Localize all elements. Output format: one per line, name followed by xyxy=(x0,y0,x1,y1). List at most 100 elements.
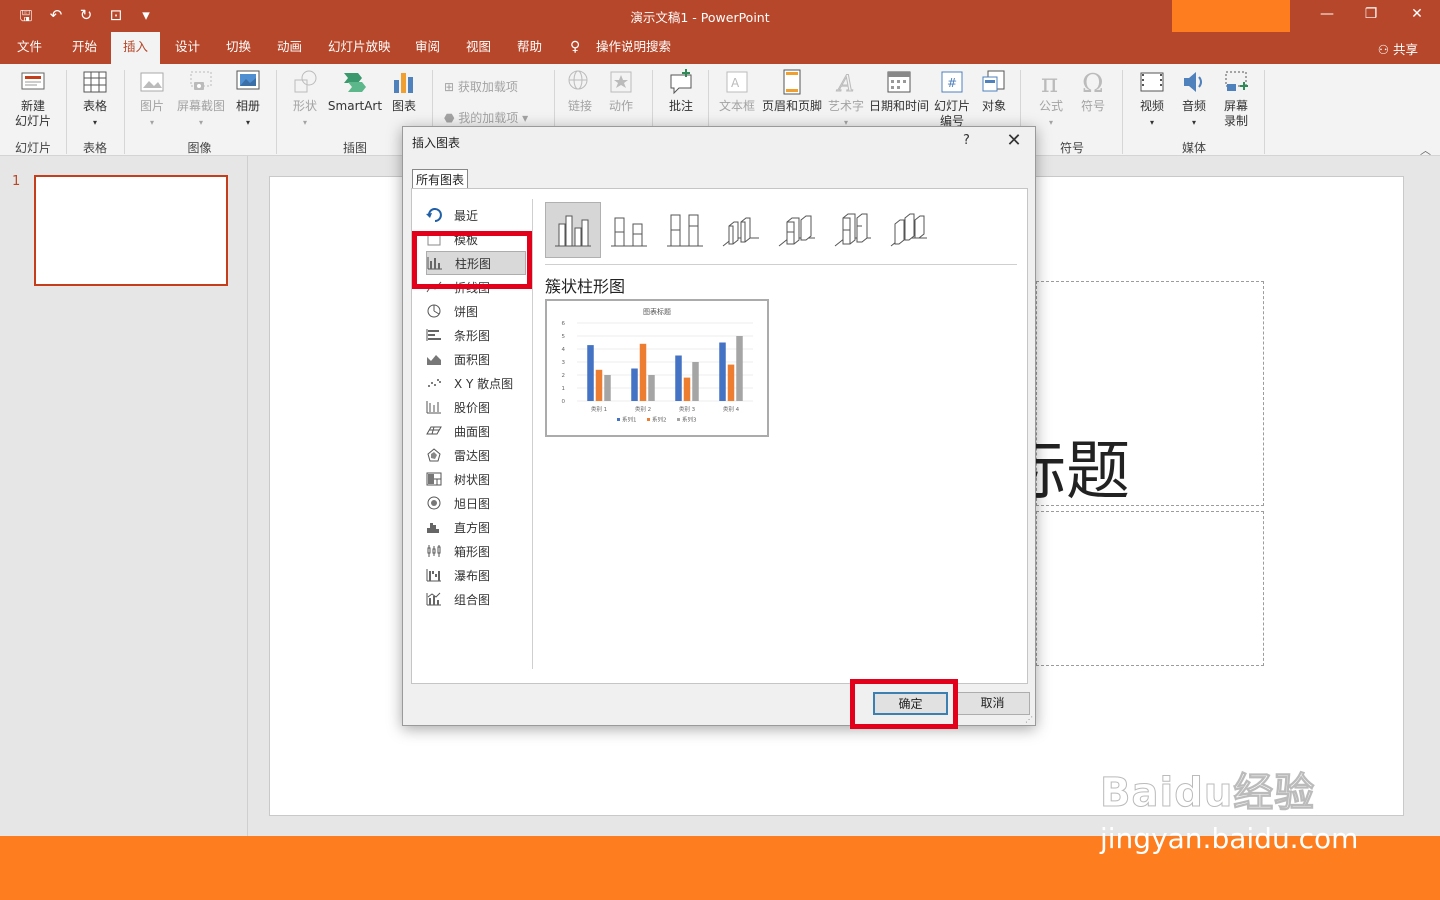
3d-stacked-column-icon xyxy=(778,215,815,247)
subtype-3d-column[interactable] xyxy=(881,202,937,258)
screen-record-button[interactable]: 屏幕 录制 xyxy=(1216,68,1256,129)
chart-preview-svg: 图表标题 0 1 2 3 4 5 6 类别 1 类别 2 类别 3 类别 4 系列1 系列2 系列3 xyxy=(562,307,753,424)
smartart-button[interactable]: SmartArt xyxy=(327,68,383,114)
legend-swatch xyxy=(677,418,680,421)
category-treemap[interactable]: 树状图 xyxy=(426,467,526,491)
picture-button[interactable]: 图片 ▾ xyxy=(132,68,172,130)
restore-icon[interactable]: ❐ xyxy=(1356,6,1386,22)
symbol-button[interactable]: Ω 符号 xyxy=(1074,68,1112,114)
bar-chart-icon xyxy=(426,329,441,341)
tab-transitions[interactable]: 切换 xyxy=(214,32,263,64)
dialog-close-button[interactable]: ✕ xyxy=(1003,130,1025,151)
help-button[interactable]: ? xyxy=(963,133,970,148)
category-recent[interactable]: 最近 xyxy=(426,203,526,227)
person-icon: ⚇ xyxy=(1377,42,1393,57)
comment-button[interactable]: 批注 xyxy=(662,68,700,114)
tab-review[interactable]: 审阅 xyxy=(403,32,452,64)
resize-grip-icon[interactable]: ⋰ xyxy=(1025,715,1033,724)
get-addins-button[interactable]: ⊞ 获取加载项 xyxy=(444,78,518,95)
collapse-ribbon-icon[interactable]: ︿ xyxy=(1420,142,1431,158)
tab-all-charts[interactable]: 所有图表 xyxy=(412,169,469,189)
category-bar[interactable]: 条形图 xyxy=(426,323,526,347)
category-stock[interactable]: 股价图 xyxy=(426,395,526,419)
treemap-chart-icon xyxy=(426,472,442,486)
date-time-label: 日期和时间 xyxy=(868,99,929,113)
subtype-stacked-column[interactable] xyxy=(601,202,657,258)
smartart-label: SmartArt xyxy=(327,99,383,113)
film-icon xyxy=(1140,72,1164,92)
calendar-icon xyxy=(887,71,911,93)
svg-text:A: A xyxy=(836,72,854,96)
object-button[interactable]: 对象 xyxy=(975,68,1013,114)
equation-button[interactable]: π 公式 ▾ xyxy=(1032,68,1070,130)
dialog-title: 插入图表 xyxy=(412,136,461,150)
my-addins-button[interactable]: ⬣ 我的加载项 ▾ xyxy=(444,109,528,126)
screenshot-button[interactable]: 屏幕截图 ▾ xyxy=(174,68,228,130)
tab-insert[interactable]: 插入 xyxy=(111,32,161,64)
minimize-icon[interactable]: — xyxy=(1312,6,1342,22)
table-button[interactable]: 表格 ▾ xyxy=(74,68,116,130)
video-button[interactable]: 视频 ▾ xyxy=(1132,68,1172,130)
category-surface[interactable]: 曲面图 xyxy=(426,419,526,443)
cancel-button[interactable]: 取消 xyxy=(955,692,1030,715)
subtype-divider xyxy=(545,264,1017,265)
subtype-clustered-column[interactable] xyxy=(545,202,601,258)
category-area[interactable]: 面积图 xyxy=(426,347,526,371)
legend-swatch xyxy=(647,418,650,421)
subtype-3d-100-stacked-column[interactable] xyxy=(825,202,881,258)
tab-home[interactable]: 开始 xyxy=(60,32,109,64)
new-slide-button[interactable]: 新建 幻灯片 xyxy=(8,68,58,129)
group-separator xyxy=(1264,70,1265,154)
histogram-chart-icon xyxy=(427,523,439,533)
category-scatter[interactable]: X Y 散点图 xyxy=(426,371,526,395)
wordart-button[interactable]: A 艺术字 ▾ xyxy=(826,68,866,130)
category-radar[interactable]: 雷达图 xyxy=(426,443,526,467)
header-footer-button[interactable]: 页眉和页脚 xyxy=(760,68,824,114)
slide-thumbnail[interactable] xyxy=(34,175,228,286)
category-label: 箱形图 xyxy=(454,544,491,559)
box-whisker-icon xyxy=(427,545,441,557)
category-label: 组合图 xyxy=(454,592,491,607)
tab-animations[interactable]: 动画 xyxy=(265,32,314,64)
subtype-3d-stacked-column[interactable] xyxy=(769,202,825,258)
object-icon xyxy=(982,70,1005,92)
category-waterfall[interactable]: 瀑布图 xyxy=(426,563,526,587)
chart-subtype-gallery xyxy=(545,202,937,258)
tab-view[interactable]: 视图 xyxy=(454,32,503,64)
category-combo[interactable]: 组合图 xyxy=(426,587,526,611)
category-sunburst[interactable]: 旭日图 xyxy=(426,491,526,515)
tab-slideshow[interactable]: 幻灯片放映 xyxy=(316,32,403,64)
action-button[interactable]: 动作 xyxy=(602,68,640,114)
chart-button[interactable]: 图表 xyxy=(386,68,422,114)
new-slide-icon xyxy=(21,72,45,90)
share-button[interactable]: ⚇ 共享 xyxy=(1378,39,1418,58)
x-tick-label: 类别 3 xyxy=(679,405,696,413)
subtitle-placeholder[interactable] xyxy=(1036,511,1264,666)
slide-number-button[interactable]: # 幻灯片 编号 xyxy=(932,68,972,129)
subtype-3d-clustered-column[interactable] xyxy=(713,202,769,258)
chart-preview[interactable]: 图表标题 0 1 2 3 4 5 6 类别 1 类别 2 类别 3 类别 4 系列1 系列2 系列3 xyxy=(545,299,769,437)
album-button[interactable]: 相册 ▾ xyxy=(229,68,267,130)
textbox-button[interactable]: A 文本框 xyxy=(716,68,758,114)
group-label-symbols: 符号 xyxy=(1059,141,1084,155)
category-histogram[interactable]: 直方图 xyxy=(426,515,526,539)
category-label: 饼图 xyxy=(454,304,479,319)
svg-text:A: A xyxy=(731,76,740,90)
tab-design[interactable]: 设计 xyxy=(163,32,212,64)
close-window-icon[interactable]: ✕ xyxy=(1402,6,1432,22)
tab-help[interactable]: 帮助 xyxy=(505,32,554,64)
link-button[interactable]: 链接 xyxy=(562,68,598,114)
tell-me-search[interactable]: 操作说明搜索 xyxy=(584,32,683,64)
shapes-button[interactable]: 形状 ▾ xyxy=(285,68,325,130)
category-label: 旭日图 xyxy=(454,496,491,511)
category-boxwhisker[interactable]: 箱形图 xyxy=(426,539,526,563)
audio-button[interactable]: 音频 ▾ xyxy=(1174,68,1214,130)
scatter-chart-icon xyxy=(428,379,441,387)
tab-file[interactable]: 文件 xyxy=(5,32,54,64)
pi-icon: π xyxy=(1041,69,1058,96)
date-time-button[interactable]: 日期和时间 xyxy=(868,68,930,114)
category-pie[interactable]: 饼图 xyxy=(426,299,526,323)
subtype-100-stacked-column[interactable] xyxy=(657,202,713,258)
group-label-media: 媒体 xyxy=(1181,141,1206,155)
category-label: 雷达图 xyxy=(454,448,491,463)
